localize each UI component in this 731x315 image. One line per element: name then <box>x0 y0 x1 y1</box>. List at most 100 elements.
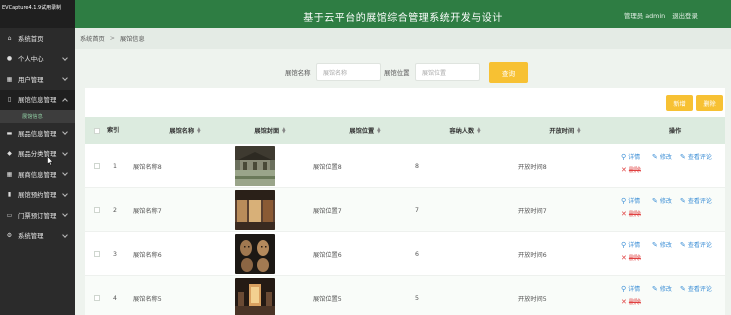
sidebar-item-profile[interactable]: ● 个人中心 <box>0 49 75 70</box>
view-comments-button[interactable]: ✎ 查看评论 <box>680 240 712 250</box>
breadcrumb-home[interactable]: 系统首页 <box>80 34 105 43</box>
row-delete-button[interactable]: ✕ 删除 <box>621 209 641 219</box>
sidebar-subitem-hall-info[interactable]: 展馆信息 <box>0 110 75 123</box>
chevron-down-icon <box>62 54 68 61</box>
delete-label: 删除 <box>628 167 641 174</box>
detail-button[interactable]: ⚲ 详情 <box>621 152 641 162</box>
capacity-cell: 6 <box>415 250 419 258</box>
pencil-icon: ✎ <box>652 196 658 205</box>
name-cell: 展馆名称8 <box>133 163 162 171</box>
detail-label: 详情 <box>628 198 641 205</box>
sidebar-item-system[interactable]: ⚙ 系统管理 <box>0 226 75 247</box>
search-icon: ⚲ <box>621 284 627 293</box>
column-header-label: 开放时间 <box>549 128 575 135</box>
index-cell: 4 <box>113 294 117 302</box>
delete-button[interactable]: 删除 <box>696 95 723 111</box>
column-header-ops: 操作 <box>668 128 682 135</box>
index-cell: 3 <box>113 250 117 258</box>
detail-button[interactable]: ⚲ 详情 <box>621 196 641 206</box>
users-icon: ▦ <box>6 75 13 83</box>
sidebar-item-exhibit-category[interactable]: ◆ 展品分类管理 <box>0 144 75 165</box>
view-comments-button[interactable]: ✎ 查看评论 <box>680 152 712 162</box>
sidebar-item-label: 展馆信息管理 <box>18 96 57 105</box>
detail-label: 详情 <box>628 242 641 249</box>
sidebar-item-users[interactable]: ▦ 用户管理 <box>0 69 75 90</box>
column-header-cover[interactable]: 展馆封面 ▲ ▼ <box>235 117 305 144</box>
column-header-name[interactable]: 展馆名称 ▲ ▼ <box>145 117 225 144</box>
sidebar-item-label: 系统首页 <box>18 34 44 43</box>
logout-link[interactable]: 退出登录 <box>672 12 698 20</box>
row-delete-button[interactable]: ✕ 删除 <box>621 253 641 263</box>
sidebar-item-hall-booking[interactable]: ▮ 展馆预约管理 <box>0 185 75 206</box>
top-header: 基于云平台的展馆综合管理系统开发与设计 管理员 admin 退出登录 <box>75 0 731 28</box>
table-row: 2 展馆名称7 展馆位置7 7 开放时间7 ⚲ 详情 ✎ 修改 ✎ 查看评论 ✕… <box>85 188 725 232</box>
close-icon: ✕ <box>621 297 627 306</box>
capacity-cell: 8 <box>415 162 419 170</box>
detail-label: 详情 <box>628 154 641 161</box>
name-search-input[interactable]: 展馆名称 <box>316 63 381 81</box>
comments-label: 查看评论 <box>687 286 712 293</box>
row-delete-button[interactable]: ✕ 删除 <box>621 165 641 175</box>
edit-button[interactable]: ✎ 修改 <box>652 284 672 294</box>
edit-icon: ✎ <box>680 196 686 205</box>
close-icon: ✕ <box>621 253 627 262</box>
sidebar-item-label: 门票预订管理 <box>18 211 57 220</box>
delete-label: 删除 <box>628 211 641 218</box>
sidebar-item-exhibitor-info[interactable]: ▦ 展商信息管理 <box>0 164 75 185</box>
sidebar-item-label: 展品信息管理 <box>18 129 57 138</box>
delete-label: 删除 <box>628 255 641 262</box>
sidebar-item-label: 系统管理 <box>18 232 44 241</box>
search-bar: 展馆名称 展馆名称 展馆位置 展馆位置 查询 <box>75 61 731 83</box>
settings-icon: ⚙ <box>6 232 13 240</box>
chevron-down-icon <box>62 149 68 156</box>
edit-button[interactable]: ✎ 修改 <box>652 240 672 250</box>
chevron-down-icon <box>62 231 68 238</box>
table-panel: 新增 删除 索引 展馆名称 ▲ ▼ 展馆封面 ▲ ▼ 展馆位置 ▲ ▼ 容纳人数 ▲ ▼ 开放时… <box>85 88 725 315</box>
row-checkbox[interactable] <box>94 295 100 301</box>
edit-icon: ✎ <box>680 152 686 161</box>
edit-button[interactable]: ✎ 修改 <box>652 196 672 206</box>
close-icon: ✕ <box>621 209 627 218</box>
table-header: 索引 展馆名称 ▲ ▼ 展馆封面 ▲ ▼ 展馆位置 ▲ ▼ 容纳人数 ▲ ▼ 开放时间 ▲ ▼ 操作 <box>85 117 725 144</box>
query-button[interactable]: 查询 <box>489 62 528 83</box>
sidebar-item-exhibit-info[interactable]: ▬ 展品信息管理 <box>0 123 75 144</box>
sidebar-item-label: 展馆预约管理 <box>18 191 57 200</box>
sidebar-item-home[interactable]: ⌂ 系统首页 <box>0 28 75 49</box>
sort-icon: ▲ ▼ <box>377 126 381 135</box>
pencil-icon: ✎ <box>652 152 658 161</box>
detail-button[interactable]: ⚲ 详情 <box>621 240 641 250</box>
view-comments-button[interactable]: ✎ 查看评论 <box>680 196 712 206</box>
sidebar-item-label: 个人中心 <box>18 55 44 64</box>
column-header-capacity[interactable]: 容纳人数 ▲ ▼ <box>425 117 505 144</box>
row-delete-button[interactable]: ✕ 删除 <box>621 297 641 307</box>
view-comments-button[interactable]: ✎ 查看评论 <box>680 284 712 294</box>
hall-cover-image <box>235 278 275 315</box>
edit-icon: ✎ <box>680 284 686 293</box>
chevron-down-icon <box>62 129 68 135</box>
select-all-checkbox[interactable] <box>94 127 100 134</box>
chevron-down-icon <box>62 170 68 176</box>
mouse-pointer-icon <box>47 156 53 166</box>
home-icon: ⌂ <box>7 34 12 42</box>
grid-icon: ▦ <box>6 170 13 178</box>
pencil-icon: ✎ <box>652 240 658 249</box>
row-checkbox[interactable] <box>94 163 100 169</box>
location-search-input[interactable]: 展馆位置 <box>415 63 480 81</box>
ticket-icon: ▭ <box>6 211 13 219</box>
add-button[interactable]: 新增 <box>666 95 693 111</box>
row-checkbox[interactable] <box>94 207 100 213</box>
chevron-up-icon <box>62 97 68 104</box>
location-cell: 展馆位置8 <box>313 163 342 171</box>
edit-button[interactable]: ✎ 修改 <box>652 152 672 162</box>
row-checkbox[interactable] <box>94 251 100 257</box>
table-row: 3 展馆名称6 展馆位置6 6 开放时间6 ⚲ 详情 ✎ 修改 ✎ 查看评论 ✕… <box>85 232 725 276</box>
select-all-cell <box>91 117 103 144</box>
sidebar-item-hall-info[interactable]: ▯ 展馆信息管理 <box>0 89 75 110</box>
capacity-cell: 7 <box>415 206 419 214</box>
column-header-location[interactable]: 展馆位置 ▲ ▼ <box>325 117 405 144</box>
detail-button[interactable]: ⚲ 详情 <box>621 284 640 294</box>
hall-cover-image <box>235 234 275 274</box>
column-header-open-time[interactable]: 开放时间 ▲ ▼ <box>525 117 605 144</box>
chart-icon: ▮ <box>7 191 12 199</box>
sidebar-item-ticket-booking[interactable]: ▭ 门票预订管理 <box>0 205 75 226</box>
